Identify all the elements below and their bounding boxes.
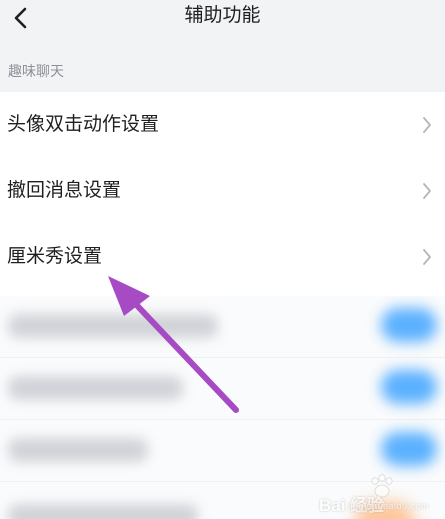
chevron-right-icon bbox=[423, 183, 431, 199]
blurred-label bbox=[8, 376, 183, 400]
settings-item-label: 厘米秀设置 bbox=[7, 246, 103, 267]
blurred-setting-row[interactable] bbox=[0, 296, 445, 358]
settings-list: 头像双击动作设置 撤回消息设置 厘米秀设置 bbox=[0, 92, 445, 296]
chevron-right-icon bbox=[423, 249, 431, 265]
avatar-double-tap-setting[interactable]: 头像双击动作设置 bbox=[0, 92, 445, 158]
blurred-label bbox=[8, 438, 148, 462]
toggle-switch[interactable] bbox=[381, 308, 437, 342]
cmshow-setting[interactable]: 厘米秀设置 bbox=[0, 224, 445, 290]
settings-item-label: 头像双击动作设置 bbox=[7, 114, 160, 135]
chevron-right-icon bbox=[423, 117, 431, 133]
blurred-setting-row[interactable] bbox=[0, 358, 445, 420]
settings-item-label: 撤回消息设置 bbox=[7, 180, 122, 201]
blurred-label bbox=[8, 504, 198, 519]
nav-bar: 辅助功能 bbox=[0, 0, 445, 50]
screen: 辅助功能 趣味聊天 头像双击动作设置 撤回消息设置 厘米秀设置 Bai 经验 j… bbox=[0, 0, 445, 519]
toggle-switch[interactable] bbox=[381, 432, 437, 466]
watermark-url: jingyan.baidu.com bbox=[347, 501, 429, 511]
recall-message-setting[interactable]: 撤回消息设置 bbox=[0, 158, 445, 224]
toggle-switch[interactable] bbox=[381, 370, 437, 404]
blurred-label bbox=[8, 314, 218, 338]
page-title: 辅助功能 bbox=[184, 5, 261, 26]
watermark: Bai 经验 jingyan.baidu.com bbox=[319, 473, 439, 515]
section-header: 趣味聊天 bbox=[8, 63, 64, 79]
